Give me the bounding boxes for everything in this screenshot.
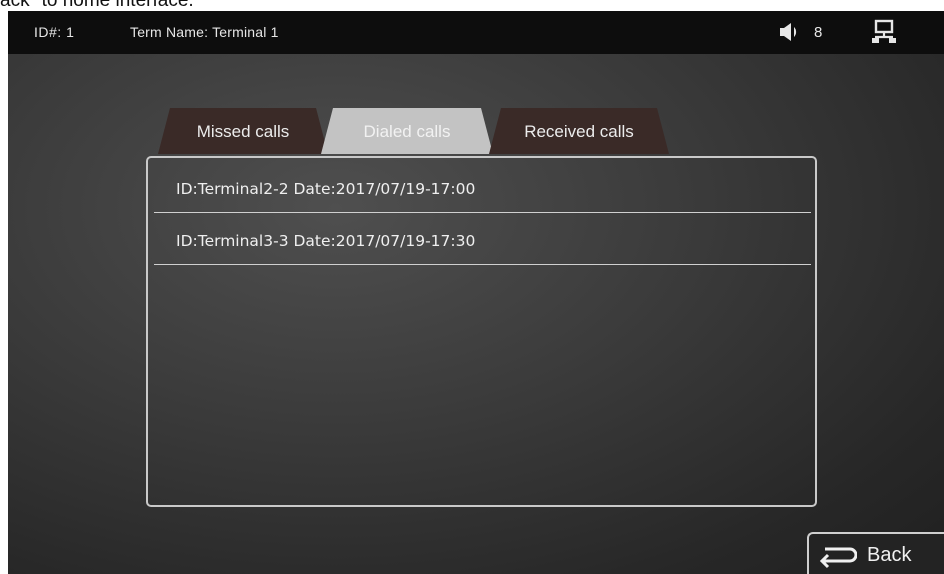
call-list-panel: ID:Terminal2-2 Date:2017/07/19-17:00 ID:… xyxy=(146,156,817,507)
tab-dialed-calls-label: Dialed calls xyxy=(363,122,451,141)
terminal-id-label: ID#: 1 xyxy=(34,24,75,40)
call-list-item[interactable]: ID:Terminal2-2 Date:2017/07/19-17:00 xyxy=(154,161,811,213)
back-button[interactable]: Back xyxy=(807,532,944,574)
speaker-icon xyxy=(780,23,797,41)
cropped-caption-text: ack" to home interface. xyxy=(0,0,194,11)
tab-missed-calls[interactable]: Missed calls xyxy=(158,108,328,154)
call-list-item[interactable]: ID:Terminal3-3 Date:2017/07/19-17:30 xyxy=(154,213,811,265)
terminal-screen: ID#: 1 Term Name: Terminal 1 8 Missed ca… xyxy=(8,11,944,574)
tab-dialed-calls[interactable]: Dialed calls xyxy=(321,108,493,154)
status-bar: ID#: 1 Term Name: Terminal 1 8 xyxy=(8,11,944,54)
call-record-text: ID:Terminal2-2 Date:2017/07/19-17:00 xyxy=(176,180,476,198)
network-icon xyxy=(872,19,896,43)
tab-missed-calls-label: Missed calls xyxy=(196,122,290,141)
back-button-label: Back xyxy=(867,544,912,566)
terminal-name-label: Term Name: Terminal 1 xyxy=(130,24,279,40)
return-arrow-icon xyxy=(819,547,857,569)
call-record-text: ID:Terminal3-3 Date:2017/07/19-17:30 xyxy=(176,232,476,250)
tab-received-calls-label: Received calls xyxy=(524,122,634,141)
volume-level: 8 xyxy=(814,24,823,41)
tab-received-calls[interactable]: Received calls xyxy=(489,108,669,154)
